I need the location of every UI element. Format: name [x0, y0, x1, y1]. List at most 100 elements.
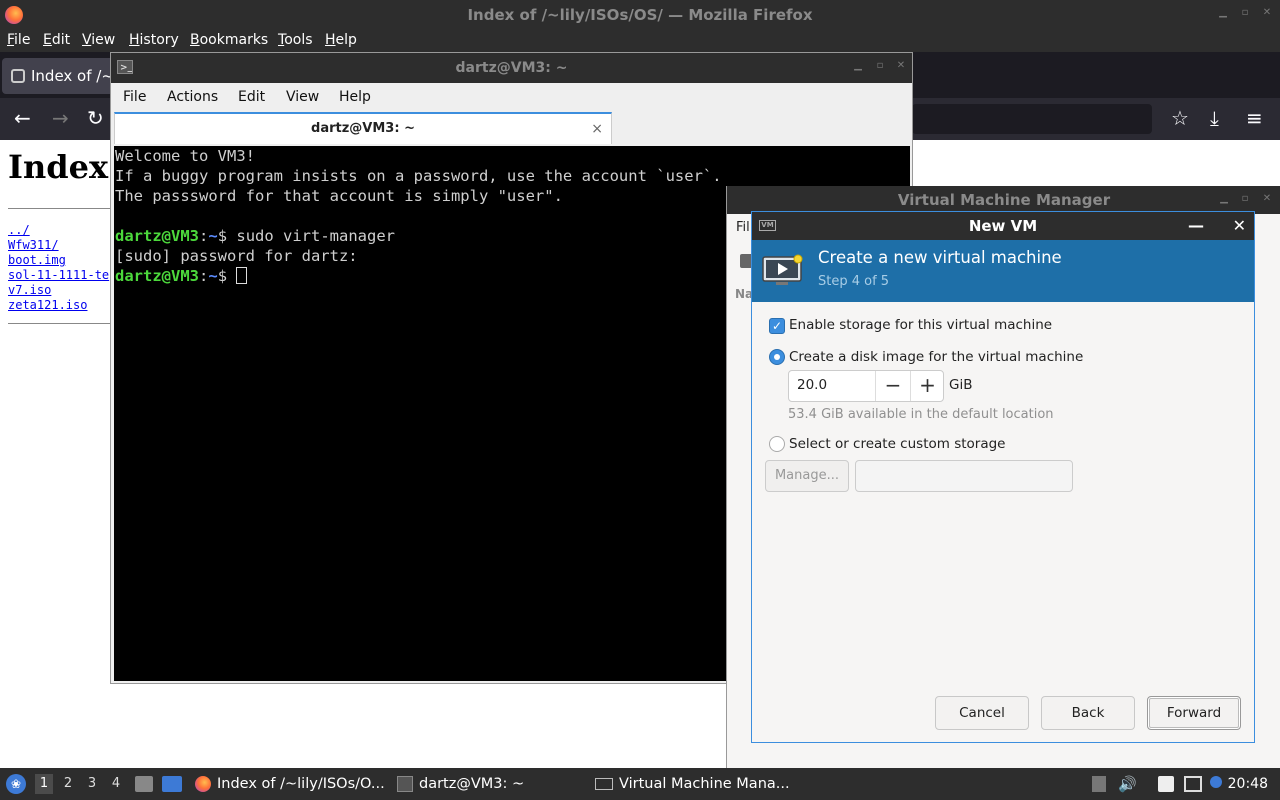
minimize-icon[interactable]: ▁ — [1218, 8, 1228, 18]
create-disk-radio[interactable] — [769, 349, 785, 365]
prompt-colon: : — [199, 267, 209, 285]
virt-manager-menu-file[interactable]: Fil — [736, 220, 750, 235]
workspace-2[interactable]: 2 — [59, 774, 77, 794]
task-virt-manager[interactable]: Virtual Machine Mana... — [595, 768, 790, 800]
firefox-logo-icon — [5, 6, 23, 24]
menu-bookmarks[interactable]: Bookmarks — [190, 32, 268, 48]
menu-view[interactable]: View — [286, 89, 319, 105]
disk-size-spinbutton[interactable]: 20.0 − + — [788, 370, 944, 402]
wizard-step: Step 4 of 5 — [818, 274, 890, 289]
link-wfw311[interactable]: Wfw311/ — [8, 238, 59, 252]
maximize-icon[interactable]: ▫ — [1240, 194, 1250, 204]
manage-button[interactable]: Manage... — [765, 460, 849, 492]
close-icon[interactable]: ✕ — [896, 61, 906, 71]
divider — [8, 323, 112, 324]
link-boot-img[interactable]: boot.img — [8, 253, 66, 267]
disk-size-value[interactable]: 20.0 — [797, 377, 827, 393]
terminal-line: [sudo] password for dartz: — [115, 247, 358, 265]
terminal-line: The passsword for that account is simply… — [115, 187, 563, 205]
firefox-icon — [195, 776, 211, 792]
page-heading: Index — [8, 148, 109, 186]
terminal-cursor — [236, 267, 248, 284]
minimize-icon[interactable]: ▁ — [1219, 194, 1229, 204]
increment-icon[interactable]: + — [910, 371, 944, 401]
workspace-3[interactable]: 3 — [83, 774, 101, 794]
monitor-play-icon — [762, 254, 803, 285]
prompt-dollar: $ — [217, 267, 237, 285]
minimize-icon[interactable]: — — [1188, 212, 1204, 240]
custom-storage-path-input[interactable] — [855, 460, 1073, 492]
divider — [8, 208, 112, 209]
back-icon[interactable]: ← — [14, 107, 31, 129]
enable-storage-checkbox[interactable]: ✓ — [769, 318, 785, 334]
prompt-colon: : — [199, 227, 209, 245]
terminal-tab[interactable]: dartz@VM3: ~ × — [114, 112, 612, 144]
app-menu-icon[interactable]: ≡ — [1246, 107, 1263, 129]
close-icon[interactable]: ✕ — [1233, 212, 1246, 240]
menu-file[interactable]: File — [7, 32, 30, 48]
minimize-icon[interactable]: ▁ — [853, 61, 863, 71]
forward-icon[interactable]: → — [52, 107, 69, 129]
terminal-icon — [397, 776, 413, 792]
task-terminal[interactable]: dartz@VM3: ~ — [397, 768, 524, 800]
forward-button[interactable]: Forward — [1147, 696, 1241, 730]
task-virt-manager-label: Virtual Machine Mana... — [619, 776, 790, 792]
notification-icon[interactable] — [1210, 776, 1222, 788]
task-firefox[interactable]: Index of /~lily/ISOs/O... — [195, 768, 385, 800]
url-bar[interactable] — [912, 104, 1152, 134]
volume-icon[interactable]: 🔊 — [1118, 776, 1137, 792]
enable-storage-label[interactable]: Enable storage for this virtual machine — [789, 317, 1052, 333]
show-desktop-icon[interactable] — [162, 776, 182, 792]
link-v7-iso[interactable]: v7.iso — [8, 283, 51, 297]
virt-manager-titlebar: Virtual Machine Manager ▁ ▫ ✕ — [727, 186, 1280, 214]
wizard-title: Create a new virtual machine — [818, 248, 1062, 267]
create-disk-label[interactable]: Create a disk image for the virtual mach… — [789, 349, 1083, 365]
menu-help[interactable]: Help — [325, 32, 357, 48]
page-icon — [11, 69, 25, 83]
menu-actions[interactable]: Actions — [167, 89, 218, 105]
clipboard-icon[interactable] — [1158, 776, 1174, 792]
close-tab-icon[interactable]: × — [591, 114, 603, 144]
reload-icon[interactable]: ↻ — [87, 107, 104, 129]
disk-size-unit: GiB — [949, 377, 973, 393]
close-icon[interactable]: ✕ — [1262, 8, 1272, 18]
menu-tools[interactable]: Tools — [278, 32, 313, 48]
decrement-icon[interactable]: − — [875, 371, 910, 401]
firefox-tab-label: Index of /~l — [31, 67, 119, 85]
workspace-1[interactable]: 1 — [35, 774, 53, 794]
menu-edit[interactable]: Edit — [238, 89, 265, 105]
custom-storage-label[interactable]: Select or create custom storage — [789, 436, 1005, 452]
prompt-user: dartz@VM3 — [115, 227, 199, 245]
terminal-line: Welcome to VM3! — [115, 147, 255, 165]
task-firefox-label: Index of /~lily/ISOs/O... — [217, 776, 385, 792]
close-icon[interactable]: ✕ — [1262, 194, 1272, 204]
back-button[interactable]: Back — [1041, 696, 1135, 730]
menu-file[interactable]: File — [123, 89, 146, 105]
downloads-icon[interactable]: ⤓ — [1210, 107, 1219, 129]
start-menu-icon[interactable]: ❀ — [6, 774, 26, 794]
firefox-window-title: Index of /~lily/ISOs/OS/ — Mozilla Firef… — [467, 6, 813, 24]
menu-help[interactable]: Help — [339, 89, 371, 105]
custom-storage-radio[interactable] — [769, 436, 785, 452]
taskbar: ❀ 1 2 3 4 Index of /~lily/ISOs/O... dart… — [0, 768, 1280, 800]
menu-view[interactable]: View — [82, 32, 115, 48]
link-sol[interactable]: sol-11-1111-te — [8, 268, 109, 282]
link-parent[interactable]: ../ — [8, 223, 30, 237]
firefox-tab[interactable]: Index of /~l — [2, 58, 122, 94]
maximize-icon[interactable]: ▫ — [875, 61, 885, 71]
virt-manager-app-icon: VM — [759, 220, 776, 231]
file-manager-icon[interactable] — [135, 776, 153, 792]
link-zeta121-iso[interactable]: zeta121.iso — [8, 298, 87, 312]
scroll-up-icon[interactable] — [1092, 776, 1106, 792]
workspace-4[interactable]: 4 — [107, 774, 125, 794]
network-icon[interactable] — [1184, 776, 1202, 792]
prompt-path: ~ — [208, 227, 218, 245]
menu-history[interactable]: History — [129, 32, 179, 48]
terminal-prompt-line: dartz@VM3:~$ sudo virt-manager — [115, 226, 395, 246]
bookmark-star-icon[interactable]: ☆ — [1171, 107, 1189, 129]
maximize-icon[interactable]: ▫ — [1240, 8, 1250, 18]
firefox-menubar: File Edit View History Bookmarks Tools H… — [0, 30, 1280, 52]
cancel-button[interactable]: Cancel — [935, 696, 1029, 730]
clock[interactable]: 20:48 — [1228, 768, 1268, 800]
menu-edit[interactable]: Edit — [43, 32, 70, 48]
